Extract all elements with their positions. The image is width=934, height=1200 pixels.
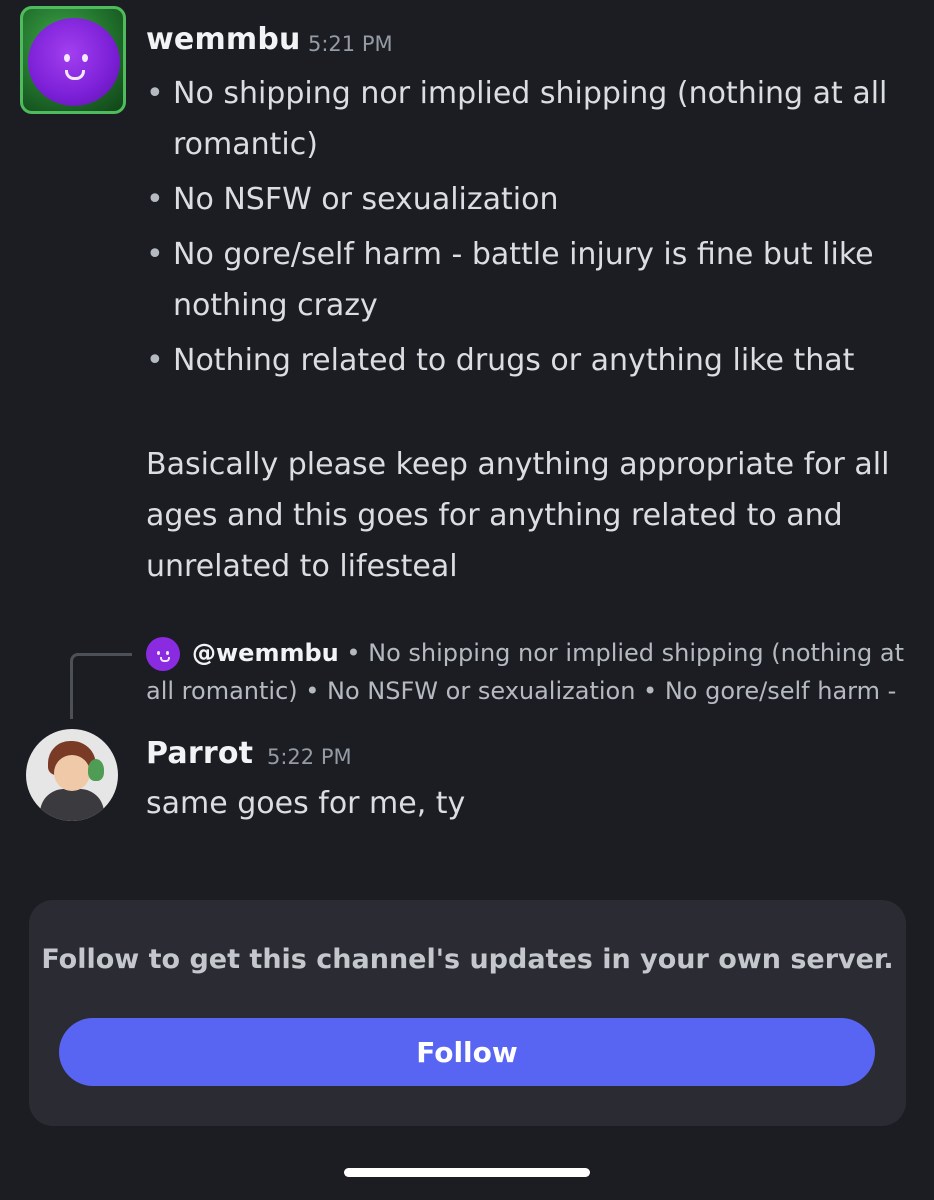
message-timestamp: 5:22 PM — [267, 745, 352, 769]
reply-preview[interactable]: @wemmbu • No shipping nor implied shippi… — [146, 634, 916, 710]
avatar-character — [28, 18, 120, 106]
follow-button[interactable]: Follow — [59, 1018, 875, 1086]
wemmbu-avatar[interactable] — [20, 6, 126, 114]
follow-card: Follow to get this channel's updates in … — [29, 900, 906, 1126]
list-item: • Nothing related to drugs or anything li… — [146, 335, 916, 386]
avatar-hoodie — [40, 789, 104, 821]
list-item: • No NSFW or sexualization — [146, 174, 916, 225]
avatar-face — [54, 755, 90, 791]
follow-prompt: Follow to get this channel's updates in … — [41, 944, 894, 975]
parrot-avatar[interactable] — [26, 729, 118, 821]
home-indicator[interactable] — [344, 1168, 590, 1177]
list-item: • No shipping nor implied shipping (nothi… — [146, 68, 916, 170]
bullet: • — [146, 76, 164, 111]
bullet: • — [146, 343, 164, 378]
list-item: • No gore/self harm - battle injury is fi… — [146, 229, 916, 331]
message-text: same goes for me, ty — [146, 786, 466, 821]
message-username[interactable]: wemmbu — [146, 22, 301, 57]
bullet: • — [146, 182, 164, 217]
message-username[interactable]: Parrot — [146, 736, 253, 771]
list-item-text: No NSFW or sexualization — [173, 182, 559, 217]
avatar-eye-left — [64, 54, 70, 62]
list-item-text: No gore/self harm - battle injury is fin… — [173, 237, 874, 323]
avatar-eye-right — [82, 54, 88, 62]
avatar-parrot — [88, 759, 104, 781]
rules-list: • No shipping nor implied shipping (nothi… — [146, 68, 916, 390]
list-item-text: No shipping nor implied shipping (nothin… — [173, 76, 888, 162]
message-timestamp: 5:21 PM — [308, 32, 393, 56]
reply-connector-line — [70, 653, 132, 719]
reply-mention[interactable]: @wemmbu — [192, 639, 339, 667]
bullet: • — [146, 237, 164, 272]
list-item-text: Nothing related to drugs or anything lik… — [173, 343, 855, 378]
message-paragraph: Basically please keep anything appropria… — [146, 447, 890, 584]
